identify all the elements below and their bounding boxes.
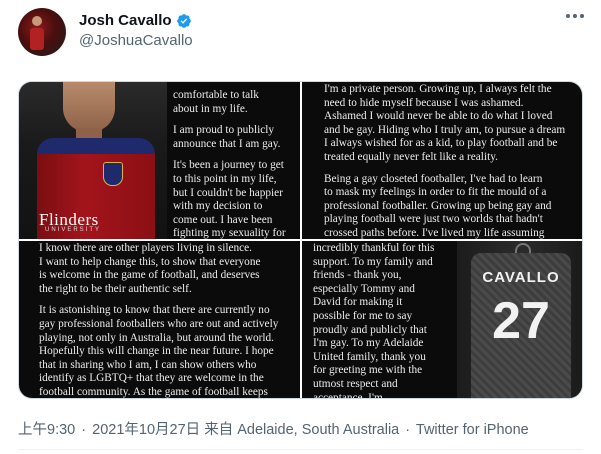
- statement-paragraph: comfortable to talk about in my life.: [173, 89, 259, 115]
- tweet-header: Josh Cavallo @JoshuaCavallo: [0, 0, 601, 70]
- statement-text: comfortable to talk about in my life. I …: [173, 89, 297, 239]
- player-shirt-collar: [37, 138, 155, 154]
- statement-paragraph: incredibly thankful for this support. To…: [313, 242, 435, 399]
- club-badge-icon: [103, 162, 123, 186]
- statement-paragraph: It's been a journey to get to this point…: [173, 159, 286, 239]
- media-tile-3[interactable]: I know there are other players living in…: [19, 241, 300, 398]
- jersey: CAVALLO 27: [471, 253, 571, 398]
- avatar[interactable]: [18, 8, 66, 56]
- statement-text: incredibly thankful for this support. To…: [313, 242, 443, 399]
- player-photo: Flinders UNIVERSITY: [19, 82, 167, 239]
- tweet-location[interactable]: Adelaide, South Australia: [237, 422, 399, 438]
- jersey-photo: CAVALLO 27: [457, 241, 582, 398]
- media-tile-2[interactable]: I'm a private person. Growing up, I alwa…: [302, 82, 582, 239]
- meta-separator: ·: [405, 422, 411, 438]
- media-tile-1[interactable]: Flinders UNIVERSITY comfortable to talk …: [19, 82, 300, 239]
- statement-text: I'm a private person. Growing up, I alwa…: [324, 83, 576, 239]
- avatar-head: [32, 16, 42, 26]
- tweet-source[interactable]: Twitter for iPhone: [416, 422, 529, 438]
- player-head: [63, 82, 115, 132]
- verified-badge-icon: [176, 13, 191, 28]
- statement-paragraph: It is astonishing to know that there are…: [39, 304, 279, 398]
- shirt-sponsor-sub: UNIVERSITY: [45, 227, 102, 233]
- tweet-meta: 上午9:30 · 2021年10月27日 来自 Adelaide, South …: [18, 418, 529, 439]
- statement-text: I know there are other players living in…: [39, 242, 294, 398]
- statement-paragraph: I am proud to publicly announce that I a…: [173, 124, 281, 150]
- media-tile-4[interactable]: incredibly thankful for this support. To…: [302, 241, 582, 399]
- author-name[interactable]: Josh Cavallo: [79, 12, 172, 29]
- meta-separator: ·: [81, 422, 87, 438]
- tweet-time[interactable]: 上午9:30: [18, 422, 75, 438]
- statement-paragraph: Being a gay closeted footballer, I've ha…: [324, 172, 552, 239]
- jersey-number: 27: [492, 292, 550, 350]
- tweet-date[interactable]: 2021年10月27日: [92, 422, 200, 438]
- media-grid: Flinders UNIVERSITY comfortable to talk …: [18, 81, 583, 399]
- author-row: Josh Cavallo: [79, 12, 192, 29]
- statement-paragraph: I know there are other players living in…: [39, 242, 261, 295]
- author-handle[interactable]: @JoshuaCavallo: [79, 32, 193, 49]
- statement-paragraph: I'm a private person. Growing up, I alwa…: [324, 83, 566, 163]
- location-prefix: 来自: [204, 422, 234, 438]
- ellipsis-icon[interactable]: [566, 12, 584, 20]
- avatar-shirt: [30, 28, 44, 50]
- jersey-name: CAVALLO: [482, 269, 560, 286]
- divider: [18, 449, 583, 450]
